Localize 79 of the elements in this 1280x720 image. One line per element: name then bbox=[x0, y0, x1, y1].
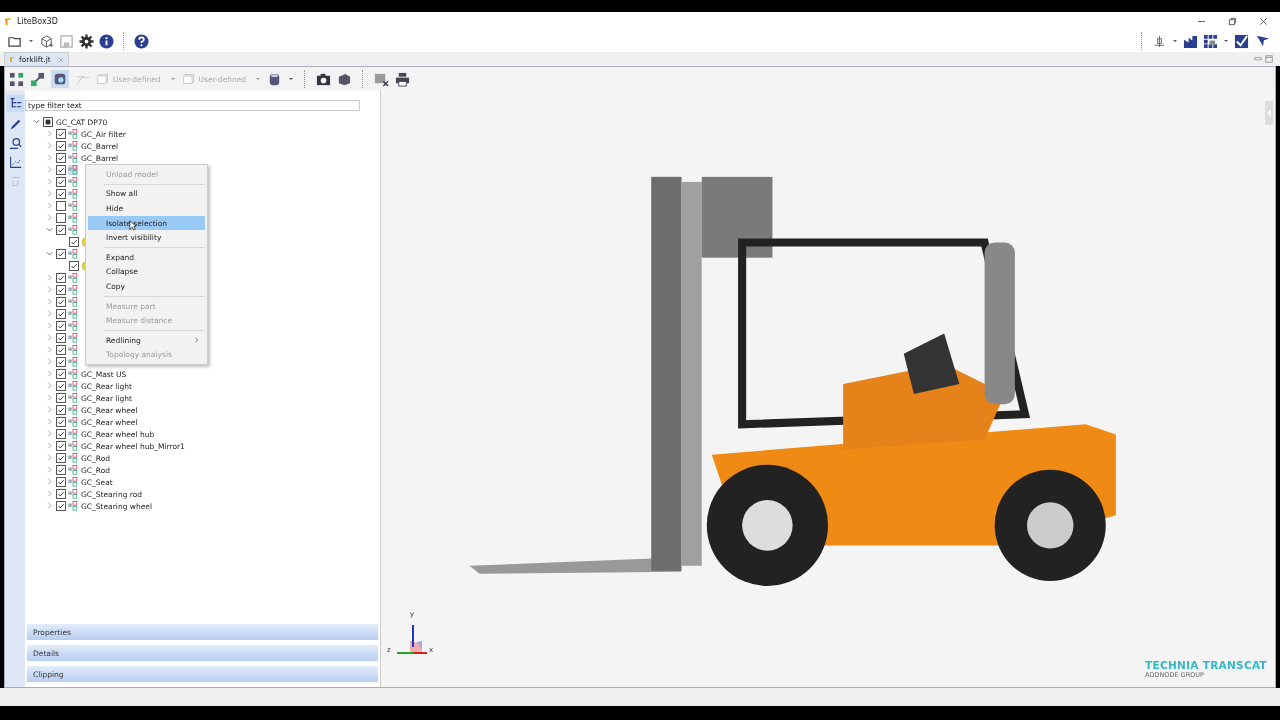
checkbox[interactable] bbox=[56, 489, 66, 499]
file-icon bbox=[9, 56, 16, 63]
checkbox-icon[interactable] bbox=[1234, 33, 1249, 49]
checkbox[interactable] bbox=[56, 285, 66, 295]
grid-icon[interactable] bbox=[1203, 33, 1218, 49]
checkbox[interactable] bbox=[56, 501, 66, 511]
caret-icon bbox=[169, 76, 176, 82]
window-icon bbox=[181, 73, 196, 85]
assembly-icon bbox=[68, 141, 78, 151]
checkbox[interactable] bbox=[56, 345, 66, 355]
checkbox[interactable] bbox=[56, 477, 66, 487]
checkbox[interactable] bbox=[56, 381, 66, 391]
checkbox[interactable] bbox=[56, 369, 66, 379]
checkbox[interactable] bbox=[56, 177, 66, 187]
collapse-handle[interactable] bbox=[1265, 101, 1273, 125]
axis-icon[interactable] bbox=[1152, 33, 1167, 49]
print-icon[interactable] bbox=[395, 71, 411, 87]
assembly-icon bbox=[68, 417, 78, 427]
checkbox[interactable] bbox=[56, 141, 66, 151]
close-icon[interactable] bbox=[1259, 16, 1268, 26]
checkbox[interactable] bbox=[56, 393, 66, 403]
info-icon[interactable] bbox=[99, 33, 114, 49]
company-logo: TECHNIA TRANSCAT bbox=[1145, 659, 1267, 671]
checkbox[interactable] bbox=[56, 249, 66, 259]
checkbox[interactable] bbox=[56, 321, 66, 331]
checkbox[interactable] bbox=[56, 189, 66, 199]
checkbox[interactable] bbox=[56, 225, 66, 235]
assembly-icon bbox=[68, 453, 78, 463]
checkbox[interactable] bbox=[56, 333, 66, 343]
checkbox[interactable] bbox=[69, 237, 79, 247]
checkbox[interactable] bbox=[56, 453, 66, 463]
clear-icon[interactable] bbox=[374, 71, 390, 87]
assembly-icon bbox=[68, 393, 78, 403]
model-view-button[interactable] bbox=[51, 70, 69, 88]
checkbox[interactable] bbox=[56, 297, 66, 307]
checkbox[interactable] bbox=[56, 357, 66, 367]
caret-icon[interactable] bbox=[1172, 38, 1178, 44]
assembly-icon bbox=[68, 405, 78, 415]
checkbox[interactable] bbox=[56, 405, 66, 415]
caret-icon bbox=[255, 76, 262, 82]
assembly-icon bbox=[68, 501, 78, 511]
checkbox[interactable] bbox=[56, 165, 66, 175]
pencil-icon[interactable] bbox=[8, 118, 22, 131]
caret-icon[interactable] bbox=[1223, 38, 1229, 44]
assembly-icon bbox=[68, 129, 78, 139]
checkbox[interactable] bbox=[56, 465, 66, 475]
camera-icon[interactable] bbox=[316, 71, 332, 87]
checkbox[interactable] bbox=[56, 129, 66, 139]
assembly-icon bbox=[68, 153, 78, 163]
window-title: LiteBox3D bbox=[17, 16, 58, 26]
checkbox[interactable] bbox=[56, 309, 66, 319]
settings-icon[interactable] bbox=[79, 33, 94, 49]
checkbox[interactable] bbox=[56, 441, 66, 451]
assembly-icon bbox=[68, 441, 78, 451]
app-logo-icon bbox=[4, 16, 13, 26]
caret-icon[interactable] bbox=[28, 38, 34, 44]
caret-icon[interactable] bbox=[288, 76, 295, 82]
assembly-icon bbox=[68, 465, 78, 475]
assembly-icon bbox=[68, 477, 78, 487]
checkbox[interactable] bbox=[56, 201, 66, 211]
cube-icon[interactable] bbox=[337, 71, 353, 87]
assembly-icon bbox=[68, 381, 78, 391]
assembly-icon bbox=[68, 429, 78, 439]
checkbox[interactable] bbox=[56, 273, 66, 283]
magnifier-icon[interactable] bbox=[8, 137, 22, 150]
assembly-icon bbox=[68, 489, 78, 499]
checkbox[interactable] bbox=[56, 429, 66, 439]
help-icon[interactable] bbox=[134, 33, 149, 49]
window-icon bbox=[96, 73, 110, 85]
checkbox[interactable] bbox=[69, 261, 79, 271]
tree-view-button[interactable] bbox=[6, 95, 24, 112]
checkbox[interactable] bbox=[56, 417, 66, 427]
restore-icon[interactable] bbox=[1228, 16, 1237, 26]
cube-plus-icon[interactable] bbox=[39, 33, 54, 49]
checkbox[interactable] bbox=[56, 153, 66, 163]
assembly-icon bbox=[68, 369, 78, 379]
chart-icon[interactable] bbox=[8, 156, 22, 169]
checkbox[interactable] bbox=[43, 117, 53, 127]
checkbox[interactable] bbox=[56, 213, 66, 223]
